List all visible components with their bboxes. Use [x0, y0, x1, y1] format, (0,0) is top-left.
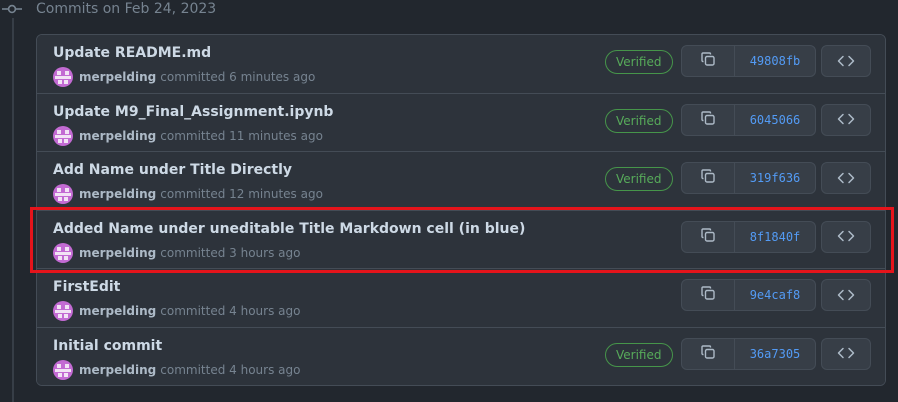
author-link[interactable]: merpelding: [79, 187, 156, 201]
commit-message[interactable]: FirstEdit: [53, 279, 120, 295]
author-link[interactable]: merpelding: [79, 246, 156, 260]
commit-action: committed: [160, 187, 226, 201]
commit-actions: 49808fb: [681, 45, 816, 77]
commit-row[interactable]: Update README.md merpelding committed 6 …: [37, 35, 885, 94]
browse-repo-button[interactable]: [821, 45, 871, 77]
commit-meta: merpelding committed 4 hours ago: [53, 301, 300, 321]
commit-row[interactable]: Initial commit merpelding committed 4 ho…: [37, 327, 885, 385]
copy-icon: [700, 51, 716, 71]
avatar[interactable]: [53, 125, 73, 146]
copy-sha-button[interactable]: [682, 280, 735, 310]
author-link[interactable]: merpelding: [79, 363, 156, 377]
code-icon: [837, 169, 855, 188]
commit-message[interactable]: Added Name under uneditable Title Markdo…: [53, 221, 525, 237]
commit-time[interactable]: 4 hours ago: [229, 304, 300, 318]
commit-row[interactable]: Add Name under Title Directly merpelding…: [37, 152, 885, 211]
commit-meta: merpelding committed 6 minutes ago: [53, 67, 315, 87]
copy-icon: [700, 168, 716, 188]
commit-time[interactable]: 11 minutes ago: [229, 129, 323, 143]
verified-badge[interactable]: Verified: [605, 50, 673, 74]
copy-sha-button[interactable]: [682, 221, 735, 252]
copy-icon: [700, 285, 716, 305]
commit-meta: merpelding committed 3 hours ago: [53, 242, 300, 263]
commit-meta: merpelding committed 11 minutes ago: [53, 125, 323, 146]
copy-icon: [700, 227, 716, 247]
avatar[interactable]: [53, 242, 73, 263]
browse-repo-button[interactable]: [821, 337, 871, 370]
copy-sha-button[interactable]: [682, 46, 735, 76]
commit-row[interactable]: FirstEdit merpelding committed 4 hours a…: [37, 269, 885, 328]
commit-group-title: Commits on Feb 24, 2023: [36, 1, 217, 17]
code-icon: [837, 52, 855, 71]
commit-action: committed: [160, 362, 226, 377]
commit-sha-link[interactable]: 36a7305: [735, 339, 815, 369]
author-link[interactable]: merpelding: [79, 70, 156, 84]
code-icon: [837, 286, 855, 305]
commit-actions: 36a7305: [681, 337, 816, 370]
commit-message[interactable]: Initial commit: [53, 338, 162, 354]
commit-action: committed: [160, 304, 226, 318]
commit-list: Update README.md merpelding committed 6 …: [36, 34, 886, 386]
git-commit-icon: [0, 0, 24, 18]
verified-badge[interactable]: Verified: [605, 342, 673, 367]
commit-actions: 8f1840f: [681, 220, 816, 253]
timeline-line: [12, 18, 14, 402]
commit-sha-link[interactable]: 9e4caf8: [735, 280, 815, 310]
avatar[interactable]: [53, 359, 73, 380]
commit-message[interactable]: Update M9_Final_Assignment.ipynb: [53, 104, 333, 120]
avatar[interactable]: [53, 67, 73, 87]
copy-sha-button[interactable]: [682, 104, 735, 135]
browse-repo-button[interactable]: [821, 162, 871, 194]
commit-sha-link[interactable]: 319f636: [735, 163, 815, 193]
commit-meta: merpelding committed 4 hours ago: [53, 359, 300, 380]
commit-row[interactable]: Update M9_Final_Assignment.ipynb merpeld…: [37, 93, 885, 152]
commit-actions: 319f636: [681, 162, 816, 194]
commit-meta: merpelding committed 12 minutes ago: [53, 184, 323, 204]
author-link[interactable]: merpelding: [79, 129, 156, 143]
browse-repo-button[interactable]: [821, 279, 871, 311]
verified-badge[interactable]: Verified: [605, 108, 673, 133]
author-link[interactable]: merpelding: [79, 304, 156, 318]
commit-actions: 9e4caf8: [681, 279, 816, 311]
code-icon: [837, 110, 855, 129]
verified-badge[interactable]: Verified: [605, 167, 673, 191]
commit-action: committed: [160, 70, 226, 84]
copy-icon: [700, 110, 716, 130]
code-icon: [837, 344, 855, 363]
commit-group-header: Commits on Feb 24, 2023: [0, 0, 216, 18]
commit-history: Commits on Feb 24, 2023 Update README.md…: [0, 0, 898, 402]
avatar[interactable]: [53, 301, 73, 321]
commit-action: committed: [160, 245, 226, 260]
commit-sha-link[interactable]: 49808fb: [735, 46, 815, 76]
commit-time[interactable]: 4 hours ago: [229, 363, 300, 377]
commit-time[interactable]: 3 hours ago: [229, 246, 300, 260]
browse-repo-button[interactable]: [821, 220, 871, 253]
commit-message[interactable]: Add Name under Title Directly: [53, 162, 292, 178]
code-icon: [837, 227, 855, 246]
commit-row[interactable]: Added Name under uneditable Title Markdo…: [37, 210, 885, 269]
commit-sha-link[interactable]: 6045066: [735, 105, 815, 135]
copy-sha-button[interactable]: [682, 338, 735, 369]
commit-actions: 6045066: [681, 103, 816, 136]
commit-time[interactable]: 12 minutes ago: [229, 187, 323, 201]
copy-icon: [700, 344, 716, 364]
commit-sha-link[interactable]: 8f1840f: [735, 222, 815, 252]
browse-repo-button[interactable]: [821, 103, 871, 136]
commit-message[interactable]: Update README.md: [53, 45, 211, 61]
commit-time[interactable]: 6 minutes ago: [229, 70, 315, 84]
copy-sha-button[interactable]: [682, 163, 735, 193]
avatar[interactable]: [53, 184, 73, 204]
commit-action: committed: [160, 128, 226, 143]
